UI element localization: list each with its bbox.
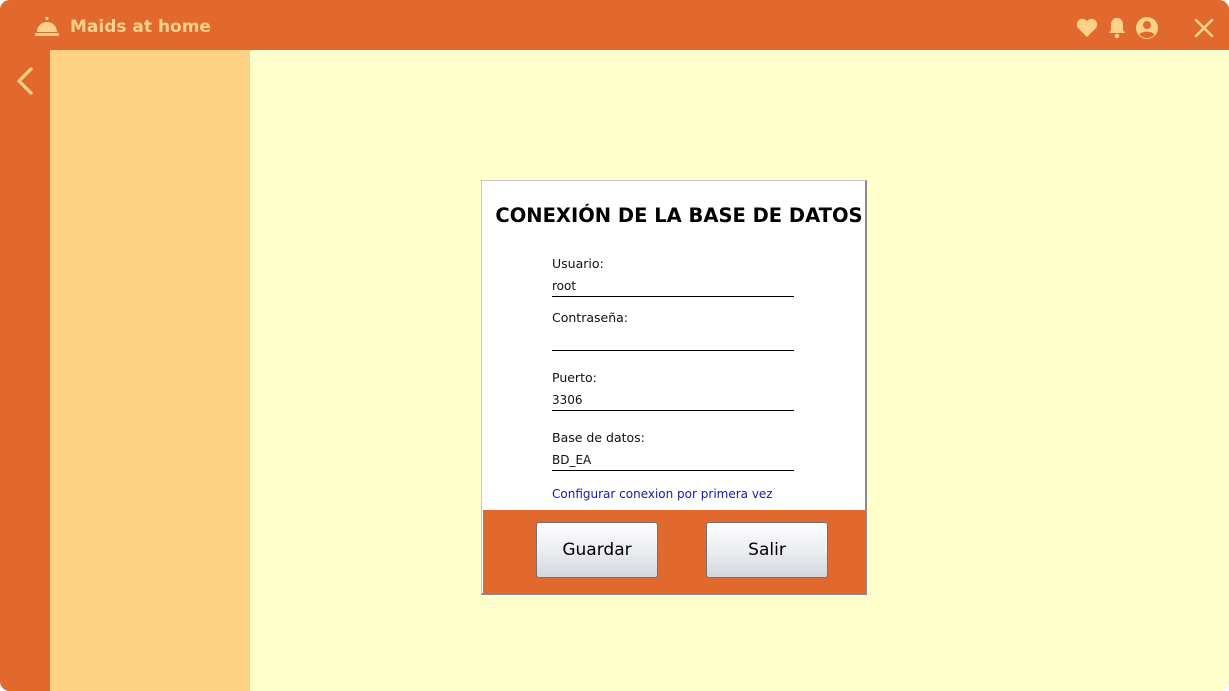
bell-icon[interactable] (1105, 16, 1129, 40)
title-bar: Maids at home (0, 0, 1229, 50)
left-rail (0, 50, 50, 691)
save-button[interactable]: Guardar (536, 522, 658, 578)
close-icon[interactable] (1192, 16, 1216, 40)
usuario-label: Usuario: (552, 256, 604, 271)
puerto-field[interactable] (552, 389, 794, 411)
heart-icon[interactable] (1075, 16, 1099, 40)
usuario-field[interactable] (552, 275, 794, 297)
first-time-config-link[interactable]: Configurar conexion por primera vez (552, 487, 773, 501)
puerto-label: Puerto: (552, 370, 597, 385)
password-field[interactable] (552, 329, 794, 351)
service-bell-icon (35, 17, 59, 36)
base-datos-label: Base de datos: (552, 430, 645, 445)
app-window: Maids at home CONEXIÓN DE LA BASE DE DAT… (0, 0, 1229, 691)
exit-button[interactable]: Salir (706, 522, 828, 578)
dialog-footer: Guardar Salir (483, 510, 865, 593)
back-arrow-icon[interactable] (13, 66, 37, 96)
sidebar (50, 50, 250, 691)
app-title: Maids at home (70, 17, 211, 37)
base-datos-field[interactable] (552, 449, 794, 471)
db-connection-dialog: CONEXIÓN DE LA BASE DE DATOS Usuario: Co… (481, 180, 867, 595)
dialog-title: CONEXIÓN DE LA BASE DE DATOS (495, 204, 863, 227)
password-label: Contraseña: (552, 310, 628, 325)
user-circle-icon[interactable] (1135, 16, 1159, 40)
